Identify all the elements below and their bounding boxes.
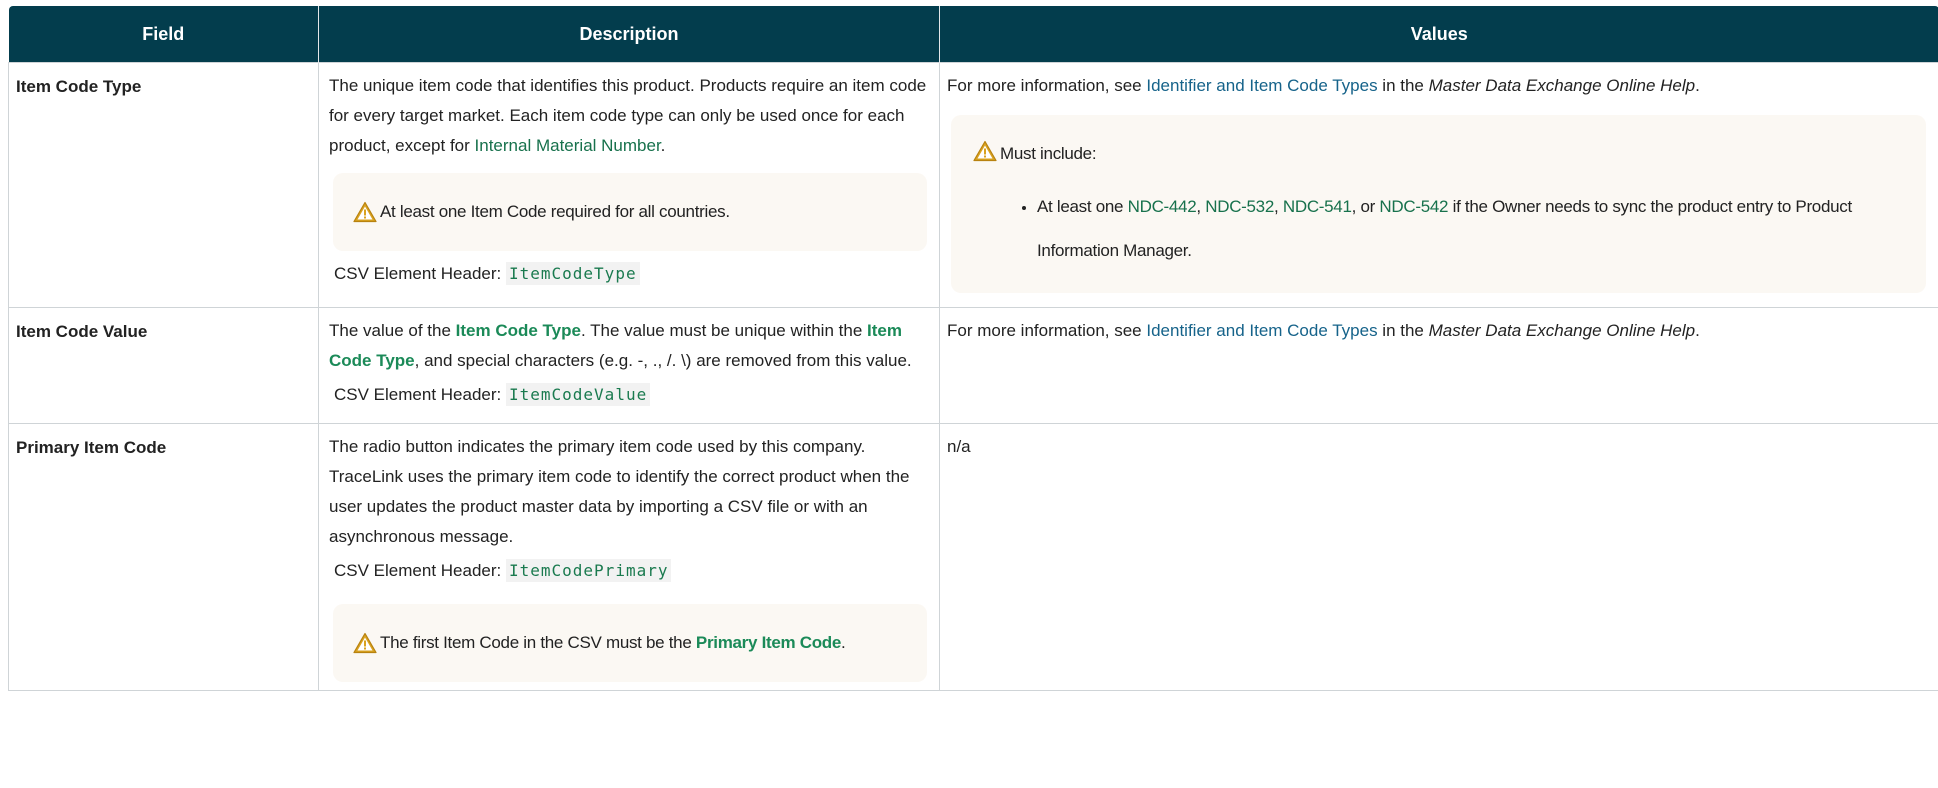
fields-table: Field Description Values Item Code Type … xyxy=(8,6,1938,691)
description-cell: The radio button indicates the primary i… xyxy=(318,423,940,691)
description-text-part: The value of the xyxy=(329,321,456,340)
internal-material-number-link[interactable]: Internal Material Number xyxy=(475,136,661,155)
list-item-text: At least one xyxy=(1037,197,1128,216)
csv-header-line: CSV Element Header: ItemCodeValue xyxy=(329,380,931,410)
field-name: Primary Item Code xyxy=(8,423,319,691)
warning-icon xyxy=(973,140,997,162)
warning-note-text-part: The first Item Code in the CSV must be t… xyxy=(380,633,696,652)
csv-header-label: CSV Element Header: xyxy=(334,561,502,580)
values-text-part: For more information, see xyxy=(947,321,1147,340)
warning-note-text: At least one Item Code required for all … xyxy=(380,202,730,221)
values-cell: n/a xyxy=(939,423,1938,691)
header-values: Values xyxy=(939,6,1938,63)
csv-header-code: ItemCodePrimary xyxy=(505,559,672,582)
values-text: For more information, see Identifier and… xyxy=(947,316,1930,346)
item-code-type-link[interactable]: Item Code Type xyxy=(456,321,581,340)
csv-header-code: ItemCodeValue xyxy=(505,383,651,406)
table-row: Primary Item Code The radio button indic… xyxy=(8,423,1938,691)
warning-note: The first Item Code in the CSV must be t… xyxy=(333,604,927,682)
values-cell: For more information, see Identifier and… xyxy=(939,62,1938,308)
doc-title: Master Data Exchange Online Help xyxy=(1428,76,1696,95)
ndc-542-link[interactable]: NDC-542 xyxy=(1379,197,1448,216)
table-row: Item Code Type The unique item code that… xyxy=(8,62,1938,308)
values-text: For more information, see Identifier and… xyxy=(947,71,1930,101)
warning-icon xyxy=(353,201,377,223)
description-cell: The unique item code that identifies thi… xyxy=(318,62,940,308)
csv-header-line: CSV Element Header: ItemCodePrimary xyxy=(329,556,931,586)
list-item: At least one NDC-442, NDC-532, NDC-541, … xyxy=(1037,185,1904,273)
content-area: Field Description Values Item Code Type … xyxy=(8,6,1938,691)
values-cell: For more information, see Identifier and… xyxy=(939,307,1938,424)
warning-note-text-part: . xyxy=(841,633,846,652)
csv-header-line: CSV Element Header: ItemCodeType xyxy=(329,259,931,289)
header-field: Field xyxy=(8,6,319,63)
csv-header-label: CSV Element Header: xyxy=(334,264,502,283)
must-include-title: Must include: xyxy=(973,139,1904,169)
identifier-item-code-types-link[interactable]: Identifier and Item Code Types xyxy=(1146,321,1377,340)
must-include-list: At least one NDC-442, NDC-532, NDC-541, … xyxy=(973,185,1904,273)
warning-icon xyxy=(353,632,377,654)
field-name: Item Code Value xyxy=(8,307,319,424)
field-name: Item Code Type xyxy=(8,62,319,308)
header-description: Description xyxy=(318,6,940,63)
description-text-part: , and special characters (e.g. -, ., /. … xyxy=(414,351,912,370)
ndc-532-link[interactable]: NDC-532 xyxy=(1205,197,1274,216)
must-include-label: Must include: xyxy=(1000,144,1097,163)
values-text-part: in the xyxy=(1377,76,1429,95)
csv-header-label: CSV Element Header: xyxy=(334,385,502,404)
must-include-note: Must include: At least one NDC-442, NDC-… xyxy=(951,115,1926,293)
values-text-part: . xyxy=(1695,321,1700,340)
values-text-part: . xyxy=(1695,76,1700,95)
identifier-item-code-types-link[interactable]: Identifier and Item Code Types xyxy=(1146,76,1377,95)
values-text: n/a xyxy=(947,437,971,456)
csv-header-code: ItemCodeType xyxy=(505,262,640,285)
description-text: The value of the Item Code Type. The val… xyxy=(329,316,931,376)
warning-note: At least one Item Code required for all … xyxy=(333,173,927,251)
doc-title: Master Data Exchange Online Help xyxy=(1428,321,1696,340)
list-item-text: , xyxy=(1196,197,1206,216)
ndc-541-link[interactable]: NDC-541 xyxy=(1283,197,1352,216)
ndc-442-link[interactable]: NDC-442 xyxy=(1128,197,1197,216)
primary-item-code-link[interactable]: Primary Item Code xyxy=(696,633,841,652)
description-text: The unique item code that identifies thi… xyxy=(329,71,931,161)
values-text-part: in the xyxy=(1377,321,1429,340)
description-text: The radio button indicates the primary i… xyxy=(329,437,910,546)
description-text-part: . xyxy=(660,136,666,155)
list-item-text: , or xyxy=(1351,197,1380,216)
values-text-part: For more information, see xyxy=(947,76,1147,95)
list-item-text: , xyxy=(1274,197,1283,216)
description-cell: The value of the Item Code Type. The val… xyxy=(318,307,940,424)
description-text-part: . The value must be unique within the xyxy=(580,321,867,340)
warning-note-text: The first Item Code in the CSV must be t… xyxy=(380,628,846,658)
table-header-row: Field Description Values xyxy=(8,6,1938,63)
table-row: Item Code Value The value of the Item Co… xyxy=(8,307,1938,424)
